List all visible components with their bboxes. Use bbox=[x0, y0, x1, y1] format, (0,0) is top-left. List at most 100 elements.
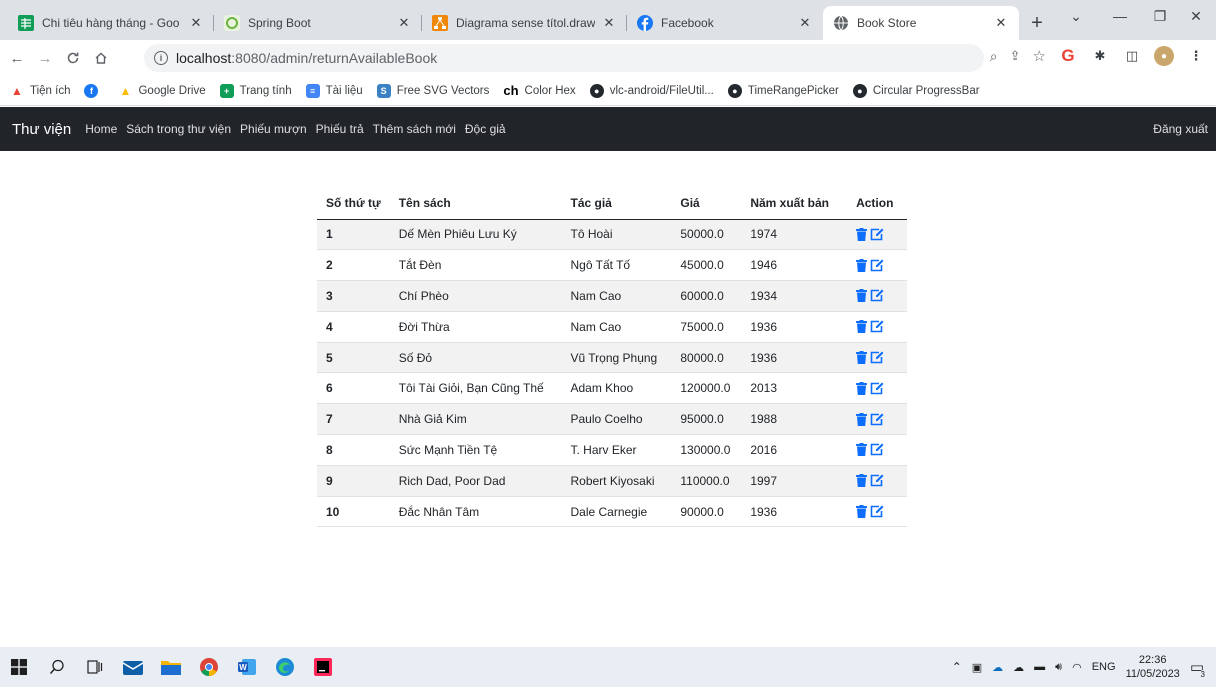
edit-icon[interactable] bbox=[870, 228, 884, 241]
tab-close-icon[interactable]: ✕ bbox=[993, 15, 1009, 31]
trash-icon[interactable] bbox=[856, 412, 868, 426]
taskbar-intellij-button[interactable] bbox=[304, 647, 342, 687]
new-tab-button[interactable]: + bbox=[1023, 9, 1051, 37]
intellij-icon bbox=[314, 658, 332, 676]
github-icon: ● bbox=[852, 83, 867, 98]
share-icon[interactable]: ⇪ bbox=[1010, 48, 1021, 64]
bookmark-4[interactable]: + Trang tính bbox=[219, 83, 292, 98]
taskbar-mail-button[interactable] bbox=[114, 647, 152, 687]
address-bar[interactable]: i localhost:8080/admin/returnAvailableBo… bbox=[144, 44, 984, 72]
side-panel-icon[interactable]: ◫ bbox=[1122, 46, 1142, 66]
trash-icon[interactable] bbox=[856, 320, 868, 334]
browser-tab-5[interactable]: Book Store ✕ bbox=[823, 6, 1019, 40]
trash-icon[interactable] bbox=[856, 258, 868, 272]
taskbar-chrome-button[interactable] bbox=[190, 647, 228, 687]
cloud-outline-icon[interactable]: ☁ bbox=[1013, 661, 1024, 674]
minimize-icon[interactable]: — bbox=[1100, 0, 1140, 32]
back-button[interactable]: ← bbox=[6, 47, 28, 69]
tab-close-icon[interactable]: ✕ bbox=[797, 15, 813, 31]
volume-icon[interactable]: 🔊︎ bbox=[1055, 661, 1062, 674]
trash-icon[interactable] bbox=[856, 443, 868, 457]
bookmark-10[interactable]: ● Circular ProgressBar bbox=[852, 83, 980, 98]
cell-index: 10 bbox=[317, 496, 390, 528]
trash-icon[interactable] bbox=[856, 351, 868, 365]
wifi-icon[interactable]: ◠ bbox=[1072, 661, 1082, 674]
sheets-icon bbox=[18, 15, 34, 31]
clock-date: 11/05/2023 bbox=[1125, 668, 1180, 680]
tray-app-icon[interactable]: ▣ bbox=[972, 661, 982, 674]
tab-close-icon[interactable]: ✕ bbox=[188, 15, 204, 31]
edit-icon[interactable] bbox=[870, 474, 884, 487]
tab-close-icon[interactable]: ✕ bbox=[396, 15, 412, 31]
trash-icon[interactable] bbox=[856, 505, 868, 519]
menu-kebab-icon[interactable]: ⋮ bbox=[1186, 46, 1206, 66]
nav-link-readers[interactable]: Độc giả bbox=[465, 122, 506, 136]
profile-avatar-icon[interactable]: ● bbox=[1154, 46, 1174, 66]
globe-icon bbox=[833, 15, 849, 31]
edit-icon[interactable] bbox=[870, 259, 884, 272]
edit-icon[interactable] bbox=[870, 382, 884, 395]
logout-link[interactable]: Đăng xuất bbox=[1153, 122, 1208, 136]
browser-tab-1[interactable]: Chi tiêu hàng tháng - Goo ✕ bbox=[8, 6, 214, 40]
tab-search-icon[interactable]: ⌄ bbox=[1056, 0, 1096, 32]
home-button[interactable] bbox=[90, 47, 112, 69]
nav-link-home[interactable]: Home bbox=[85, 122, 117, 136]
onedrive-icon[interactable]: ☁ bbox=[992, 661, 1003, 674]
browser-tab-3[interactable]: Diagrama sense títol.draw ✕ bbox=[422, 6, 627, 40]
taskbar-word-button[interactable]: W bbox=[228, 647, 266, 687]
table-row: 9 Rich Dad, Poor Dad Robert Kiyosaki 110000… bbox=[317, 465, 907, 497]
edit-icon[interactable] bbox=[870, 351, 884, 364]
zoom-icon[interactable]: ⌕ bbox=[990, 48, 998, 65]
clock[interactable]: 22:36 11/05/2023 bbox=[1126, 653, 1180, 681]
taskbar-search-button[interactable] bbox=[38, 647, 76, 687]
task-view-button[interactable] bbox=[76, 647, 114, 687]
battery-icon[interactable]: ▬ bbox=[1034, 661, 1045, 673]
restore-icon[interactable]: ❐ bbox=[1140, 0, 1180, 32]
trash-icon[interactable] bbox=[856, 381, 868, 395]
cell-index: 9 bbox=[317, 465, 390, 497]
trash-icon[interactable] bbox=[856, 474, 868, 488]
bookmark-1[interactable]: ▲ Tiện ích bbox=[10, 84, 70, 98]
nav-link-return-slips[interactable]: Phiếu trả bbox=[316, 122, 364, 136]
bookmark-5[interactable]: ≡ Tài liệu bbox=[305, 83, 363, 98]
nav-link-books[interactable]: Sách trong thư viện bbox=[126, 122, 231, 136]
taskbar-explorer-button[interactable] bbox=[152, 647, 190, 687]
start-button[interactable] bbox=[0, 647, 38, 687]
browser-tab-4[interactable]: Facebook ✕ bbox=[627, 6, 823, 40]
reload-button[interactable] bbox=[62, 47, 84, 69]
tray-chevron-up-icon[interactable]: ⌃ bbox=[952, 660, 962, 674]
notification-center-icon[interactable]: ▭ 3 bbox=[1190, 658, 1207, 679]
nav-link-add-book[interactable]: Thêm sách mới bbox=[373, 122, 456, 136]
nav-link-borrow-slips[interactable]: Phiếu mượn bbox=[240, 122, 307, 136]
table-header-row: Số thứ tự Tên sách Tác giả Giá Năm xuất … bbox=[317, 188, 907, 220]
bookmark-6[interactable]: S Free SVG Vectors bbox=[376, 83, 489, 98]
close-window-icon[interactable]: ✕ bbox=[1176, 0, 1216, 32]
trash-icon[interactable] bbox=[856, 289, 868, 303]
bookmark-7[interactable]: ch Color Hex bbox=[503, 83, 575, 98]
facebook-icon bbox=[637, 15, 653, 31]
edit-icon[interactable] bbox=[870, 413, 884, 426]
extensions-puzzle-icon[interactable]: ✱ bbox=[1090, 46, 1110, 66]
svg-icon: S bbox=[376, 83, 391, 98]
cell-index: 3 bbox=[317, 280, 390, 312]
bookmark-star-icon[interactable]: ☆ bbox=[1033, 47, 1046, 65]
browser-tab-2[interactable]: Spring Boot ✕ bbox=[214, 6, 422, 40]
navbar-brand[interactable]: Thư viện bbox=[12, 121, 71, 138]
trash-icon[interactable] bbox=[856, 227, 868, 241]
bookmark-9[interactable]: ● TimeRangePicker bbox=[727, 83, 839, 98]
taskbar-edge-button[interactable] bbox=[266, 647, 304, 687]
tab-close-icon[interactable]: ✕ bbox=[601, 15, 617, 31]
edit-icon[interactable] bbox=[870, 505, 884, 518]
forward-button[interactable]: → bbox=[34, 47, 56, 69]
header-year: Năm xuất bản bbox=[741, 188, 848, 220]
bookmark-8[interactable]: ● vlc-android/FileUtil... bbox=[589, 83, 714, 98]
edit-icon[interactable] bbox=[870, 320, 884, 333]
site-info-icon[interactable]: i bbox=[154, 51, 168, 65]
book-table-container: Số thứ tự Tên sách Tác giả Giá Năm xuất … bbox=[317, 188, 907, 528]
edit-icon[interactable] bbox=[870, 443, 884, 456]
bookmark-3[interactable]: ▲ Google Drive bbox=[118, 84, 206, 98]
extension-red-icon[interactable]: G bbox=[1058, 46, 1078, 66]
edit-icon[interactable] bbox=[870, 289, 884, 302]
bookmark-2[interactable]: f bbox=[84, 83, 104, 98]
language-indicator[interactable]: ENG bbox=[1092, 661, 1116, 673]
